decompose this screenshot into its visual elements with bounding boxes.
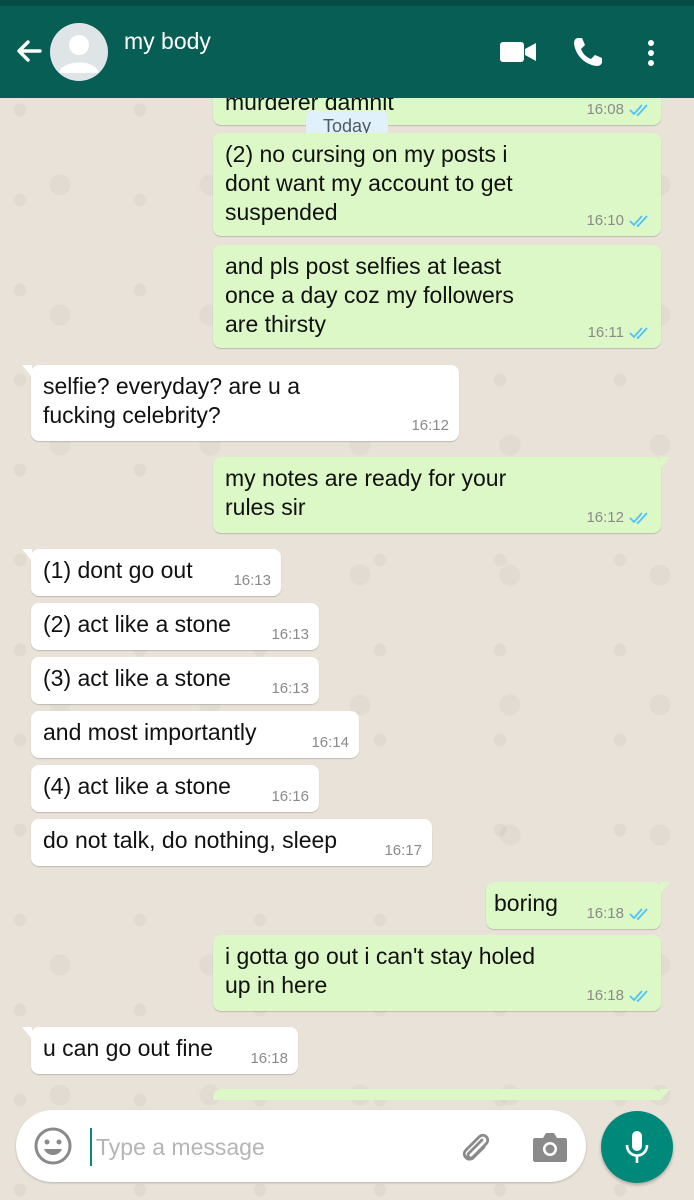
attach-icon[interactable] xyxy=(456,1128,494,1166)
avatar-placeholder-icon xyxy=(59,35,99,73)
camera-icon[interactable] xyxy=(530,1128,570,1166)
bubble-tail xyxy=(22,549,32,561)
phone-call-icon[interactable] xyxy=(570,34,610,70)
message-time: 16:10 xyxy=(586,212,624,229)
message-time: 16:14 xyxy=(311,734,349,751)
message-meta: 16:12 xyxy=(411,418,449,434)
message-text: u can go out fine xyxy=(43,1035,214,1061)
message-text: (1) dont go out xyxy=(43,557,193,583)
message-meta: 16:14 xyxy=(311,735,349,751)
message-input[interactable] xyxy=(90,1128,448,1166)
avatar[interactable] xyxy=(50,23,108,81)
message-meta: 16:10 xyxy=(586,213,651,229)
message-time: 16:11 xyxy=(587,324,624,341)
double-tick-icon xyxy=(629,104,648,117)
bubble-tail xyxy=(22,1027,32,1039)
message-meta: 16:13 xyxy=(233,573,271,589)
message-list[interactable]: murderer damnit 16:08 Today (2) no cursi… xyxy=(0,98,694,1100)
message-meta: 16:13 xyxy=(271,681,309,697)
message-composer xyxy=(16,1110,586,1182)
message-outgoing[interactable]: and pls post selfies at least once a day… xyxy=(213,245,661,348)
message-outgoing[interactable]: my notes are ready for your rules sir 16… xyxy=(213,457,670,533)
message-meta: 16:11 xyxy=(588,325,651,341)
message-text: (3) act like a stone xyxy=(43,665,231,691)
back-arrow-icon[interactable] xyxy=(12,34,46,68)
video-call-icon[interactable] xyxy=(498,34,538,70)
message-outgoing-partial[interactable] xyxy=(213,1089,670,1100)
message-meta: 16:12 xyxy=(586,510,651,526)
message-text: (2) no cursing on my posts i dont want m… xyxy=(225,141,513,225)
mic-button[interactable] xyxy=(601,1111,673,1183)
message-incoming[interactable]: (3) act like a stone 16:13 xyxy=(31,657,319,704)
message-meta: 16:08 xyxy=(586,102,651,118)
message-outgoing[interactable]: boring 16:18 xyxy=(486,882,670,929)
message-outgoing[interactable]: i gotta go out i can't stay holed up in … xyxy=(213,935,661,1011)
message-time: 16:18 xyxy=(250,1050,288,1067)
message-text: and pls post selfies at least once a day… xyxy=(225,253,514,337)
message-meta: 16:18 xyxy=(250,1051,288,1067)
message-text: boring xyxy=(494,890,558,916)
message-incoming[interactable]: u can go out fine 16:18 xyxy=(22,1027,298,1074)
message-text: i gotta go out i can't stay holed up in … xyxy=(225,943,535,998)
chat-header: my body xyxy=(0,6,694,98)
message-time: 16:13 xyxy=(271,680,309,697)
message-text: my notes are ready for your rules sir xyxy=(225,465,507,520)
emoji-icon[interactable] xyxy=(33,1126,73,1166)
message-time: 16:13 xyxy=(233,572,271,589)
message-incoming[interactable]: (2) act like a stone 16:13 xyxy=(31,603,319,650)
double-tick-icon xyxy=(629,990,648,1003)
mic-icon xyxy=(625,1131,649,1163)
message-text: (2) act like a stone xyxy=(43,611,231,637)
message-incoming[interactable]: and most importantly 16:14 xyxy=(31,711,359,758)
message-time: 16:16 xyxy=(271,788,309,805)
message-meta: 16:16 xyxy=(271,789,309,805)
message-time: 16:18 xyxy=(586,987,624,1004)
message-incoming[interactable]: (4) act like a stone 16:16 xyxy=(31,765,319,812)
message-text: selfie? everyday? are u a fucking celebr… xyxy=(43,373,300,428)
message-meta: 16:18 xyxy=(586,906,651,922)
message-time: 16:08 xyxy=(586,101,624,118)
double-tick-icon xyxy=(629,215,648,228)
message-meta: 16:13 xyxy=(271,627,309,643)
bubble-tail xyxy=(22,365,32,377)
double-tick-icon xyxy=(629,512,648,525)
message-time: 16:18 xyxy=(586,905,624,922)
bubble-tail xyxy=(660,457,670,469)
double-tick-icon xyxy=(629,327,648,340)
message-text: do not talk, do nothing, sleep xyxy=(43,827,338,853)
message-time: 16:12 xyxy=(586,509,624,526)
message-time: 16:13 xyxy=(271,626,309,643)
message-incoming[interactable]: do not talk, do nothing, sleep 16:17 xyxy=(31,819,432,866)
bubble-tail xyxy=(660,1089,670,1100)
more-menu-icon[interactable] xyxy=(636,34,666,70)
bubble-tail xyxy=(660,882,670,894)
message-incoming[interactable]: selfie? everyday? are u a fucking celebr… xyxy=(22,365,459,441)
message-outgoing[interactable]: murderer damnit 16:08 xyxy=(213,98,661,125)
contact-name[interactable]: my body xyxy=(124,28,211,55)
message-time: 16:12 xyxy=(411,417,449,434)
message-meta: 16:17 xyxy=(384,843,422,859)
double-tick-icon xyxy=(629,908,648,921)
message-incoming[interactable]: (1) dont go out 16:13 xyxy=(22,549,281,596)
message-text: (4) act like a stone xyxy=(43,773,231,799)
message-outgoing[interactable]: (2) no cursing on my posts i dont want m… xyxy=(213,133,661,236)
message-meta: 16:18 xyxy=(586,988,651,1004)
message-time: 16:17 xyxy=(384,842,422,859)
message-text: and most importantly xyxy=(43,719,257,745)
